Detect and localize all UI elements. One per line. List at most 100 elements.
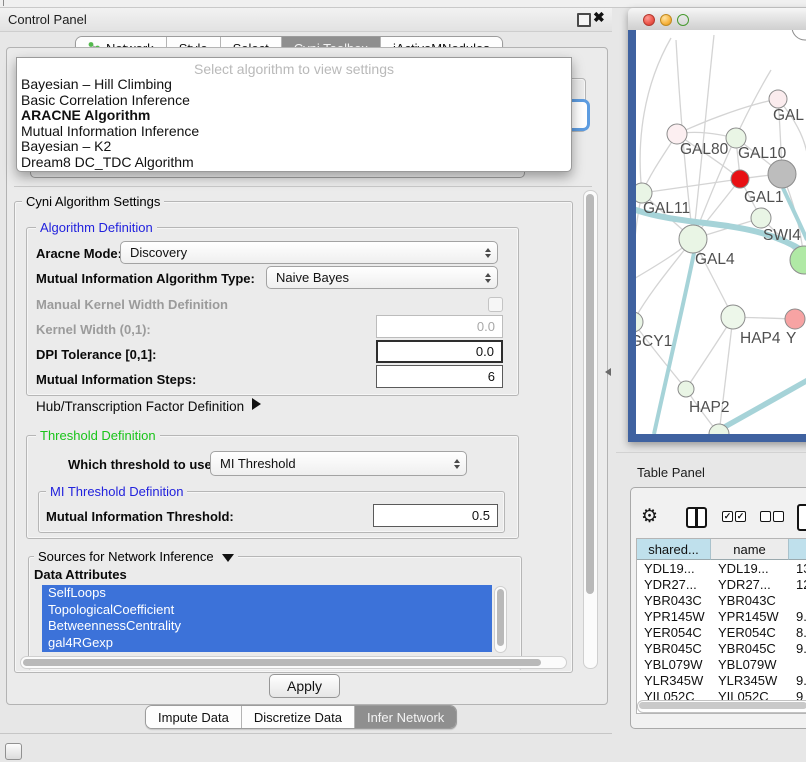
network-node[interactable]: [731, 170, 749, 188]
table-cell: YDL19...: [644, 561, 695, 576]
network-node[interactable]: [678, 381, 694, 397]
tab-impute-data[interactable]: Impute Data: [146, 706, 242, 728]
tab-infer-network[interactable]: Infer Network: [355, 706, 456, 728]
which-threshold-combo[interactable]: MI Threshold: [210, 451, 467, 476]
node-label: GCY1: [636, 333, 672, 350]
apply-button[interactable]: Apply: [269, 674, 340, 698]
mi-steps-field[interactable]: 6: [376, 365, 503, 388]
column-header[interactable]: name: [711, 539, 789, 560]
network-node[interactable]: [679, 225, 707, 253]
float-window-icon[interactable]: [577, 13, 591, 27]
table-cell: YER054C: [644, 625, 702, 640]
table-row[interactable]: YBR043CYBR043C: [637, 593, 806, 609]
unchecked-checkbox-icon-1[interactable]: [760, 511, 771, 522]
checked-checkbox-icon-1[interactable]: ✓: [722, 511, 733, 522]
table-row[interactable]: YDL19...YDL19...13: [637, 561, 806, 577]
zoom-traffic-light-icon[interactable]: [677, 14, 689, 26]
aracne-mode-combo[interactable]: Discovery: [120, 241, 498, 264]
network-node[interactable]: [785, 309, 805, 329]
table-cell: YPR145W: [718, 609, 779, 624]
attribute-item[interactable]: BetweennessCentrality: [42, 618, 492, 635]
network-graph[interactable]: GALGAL80GAL10GAL1GAL11SWI4GAL4GCY1HAP4YH…: [636, 30, 806, 434]
control-panel-title: Control Panel: [8, 12, 87, 27]
table-row[interactable]: YLR345WYLR345W9.: [637, 673, 806, 689]
split-columns-icon[interactable]: [686, 507, 707, 528]
hub-expand-arrow-icon[interactable]: [252, 398, 261, 410]
node-label: GAL1: [744, 189, 784, 206]
tab-discretize-data[interactable]: Discretize Data: [242, 706, 355, 728]
network-edge[interactable]: [640, 38, 671, 193]
table-cell: 12: [796, 577, 806, 592]
kernel-width-label: Kernel Width (0,1):: [36, 322, 151, 337]
attribute-item[interactable]: gal4RGexp: [42, 635, 492, 652]
table-row[interactable]: YER054CYER054C8.: [637, 625, 806, 641]
network-node[interactable]: [768, 160, 796, 188]
table-hscrollbar[interactable]: [637, 700, 806, 713]
algorithm-option[interactable]: ARACNE Algorithm: [17, 108, 571, 124]
network-edge[interactable]: [636, 239, 693, 322]
algorithm-popup-list: Bayesian – Hill ClimbingBasic Correlatio…: [17, 77, 571, 171]
network-node[interactable]: [636, 312, 643, 332]
network-node[interactable]: [769, 90, 787, 108]
attribute-item[interactable]: TopologicalCoefficient: [42, 602, 492, 619]
mi-threshold-field[interactable]: 0.5: [373, 504, 498, 527]
combo-arrows-icon: [485, 248, 491, 258]
checked-checkbox-icon-2[interactable]: ✓: [735, 511, 746, 522]
table-cell: YBR043C: [718, 593, 776, 608]
algorithm-option[interactable]: Bayesian – Hill Climbing: [17, 77, 571, 93]
minimize-traffic-light-icon[interactable]: [660, 14, 672, 26]
node-label: GAL80: [680, 141, 729, 158]
close-icon[interactable]: ✖: [593, 9, 605, 26]
dpi-tolerance-field[interactable]: 0.0: [376, 340, 503, 363]
network-node[interactable]: [790, 246, 806, 274]
mi-threshold-title: MI Threshold Definition: [46, 484, 187, 499]
node-label: SWI4: [763, 227, 801, 244]
sources-title[interactable]: Sources for Network Inference: [34, 549, 238, 564]
table-cell: YBR045C: [718, 641, 776, 656]
algorithm-option[interactable]: Dream8 DC_TDC Algorithm: [17, 155, 571, 171]
network-node[interactable]: [792, 30, 806, 40]
table-row[interactable]: YPR145WYPR145W9.: [637, 609, 806, 625]
network-edge[interactable]: [677, 99, 778, 134]
algorithm-option[interactable]: Mutual Information Inference: [17, 124, 571, 140]
network-edge[interactable]: [693, 35, 714, 239]
sources-title-text: Sources for Network Inference: [38, 549, 214, 564]
sources-collapse-arrow-icon[interactable]: [222, 554, 234, 562]
attributes-scrollbar[interactable]: [494, 586, 507, 653]
manual-kernel-checkbox[interactable]: [488, 297, 503, 312]
column-header[interactable]: [789, 539, 806, 560]
bottom-tabs: Impute DataDiscretize DataInfer Network: [145, 705, 457, 729]
close-traffic-light-icon[interactable]: [643, 14, 655, 26]
network-window-titlebar[interactable]: [628, 8, 806, 31]
table-row[interactable]: YBR045CYBR045C9.: [637, 641, 806, 657]
splitter-handle-icon[interactable]: [605, 368, 611, 376]
algorithm-option[interactable]: Bayesian – K2: [17, 139, 571, 155]
threshold-definition-title: Threshold Definition: [36, 428, 160, 443]
data-attributes-list[interactable]: SelfLoopsTopologicalCoefficientBetweenne…: [42, 585, 492, 652]
settings-hscrollbar[interactable]: [20, 656, 567, 669]
algorithm-option[interactable]: Basic Correlation Inference: [17, 93, 571, 109]
node-label: GAL: [773, 107, 804, 124]
unchecked-checkbox-icon-2[interactable]: [773, 511, 784, 522]
kernel-width-field[interactable]: 0.0: [376, 315, 503, 338]
settings-vscrollbar[interactable]: [583, 190, 598, 669]
table-row[interactable]: YDR27...YDR27...12: [637, 577, 806, 593]
which-threshold-label: Which threshold to use:: [68, 457, 216, 472]
table-cell: 9.: [796, 641, 806, 656]
table-row[interactable]: YBL079WYBL079W: [637, 657, 806, 673]
hub-section-label[interactable]: Hub/Transcription Factor Definition: [36, 399, 244, 414]
column-header[interactable]: shared...: [637, 539, 711, 560]
mi-type-combo[interactable]: Naive Bayes: [266, 266, 498, 289]
table-cell: YER054C: [718, 625, 776, 640]
document-icon[interactable]: [797, 504, 806, 531]
panel-corner-icon[interactable]: [5, 743, 22, 760]
attribute-item[interactable]: SelfLoops: [42, 585, 492, 602]
gear-icon[interactable]: ⚙: [641, 505, 658, 528]
attribute-table[interactable]: shared...nameYDL19...YDL19...13YDR27...Y…: [636, 538, 806, 714]
node-label: GAL10: [738, 145, 787, 162]
network-edge[interactable]: [642, 179, 740, 193]
table-cell: YPR145W: [644, 609, 705, 624]
network-node[interactable]: [751, 208, 771, 228]
data-attributes-label: Data Attributes: [34, 567, 127, 582]
network-node[interactable]: [721, 305, 745, 329]
